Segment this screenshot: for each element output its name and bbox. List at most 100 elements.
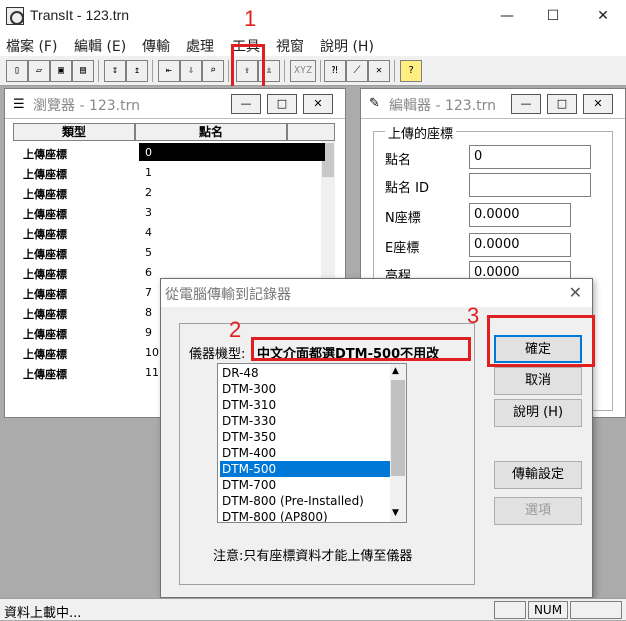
search-icon[interactable]: ⌕ — [202, 60, 224, 82]
row-name: 1 — [145, 166, 152, 179]
browser-minimize-button[interactable]: — — [231, 94, 261, 114]
menu-bar: 檔案 (F) 編輯 (E) 傳輸 處理 工具 視窗 說明 (H) — [0, 32, 626, 56]
row-type: 上傳座標 — [23, 248, 67, 261]
row-name: 4 — [145, 226, 152, 239]
annotation-box-2 — [251, 337, 471, 361]
list-item[interactable]: DTM-350 — [220, 429, 390, 445]
browser-maximize-button[interactable]: □ — [267, 94, 297, 114]
editor-field-input[interactable]: 0.0000 — [469, 233, 571, 257]
table-row[interactable]: 上傳座標 2 — [17, 183, 337, 203]
table-row[interactable]: 上傳座標 1 — [17, 163, 337, 183]
row-name: 6 — [145, 266, 152, 279]
close-button[interactable]: ✕ — [580, 0, 626, 32]
list-item[interactable]: DTM-700 — [220, 477, 390, 493]
save-icon[interactable]: ▣ — [50, 60, 72, 82]
dialog-title: 從電腦傳輸到記錄器 — [165, 287, 291, 303]
menu-process[interactable]: 處理 — [186, 36, 214, 56]
import-icon[interactable]: ↧ — [104, 60, 126, 82]
dialog-title-bar: 從電腦傳輸到記錄器 ✕ — [161, 279, 592, 307]
print-icon[interactable]: ▤ — [72, 60, 94, 82]
options-button[interactable]: 選項 — [494, 497, 582, 525]
receive-icon[interactable]: ⇤ — [158, 60, 180, 82]
transfer-dialog: 從電腦傳輸到記錄器 ✕ 儀器機型: 中文介面都選DTM-500不用改 DR-48… — [160, 278, 595, 598]
editor-field-input[interactable] — [469, 173, 591, 197]
browser-title-bar: ☰ 瀏覽器 - 123.trn — □ ✕ — [5, 89, 345, 119]
column-header-type[interactable]: 類型 — [13, 123, 135, 141]
row-name: 9 — [145, 326, 152, 339]
editor-close-button[interactable]: ✕ — [583, 94, 613, 114]
dialog-close-icon[interactable]: ✕ — [569, 283, 582, 302]
help-button[interactable]: 說明 (H) — [494, 399, 582, 427]
annotation-number-3: 3 — [467, 303, 480, 328]
browser-title: 瀏覽器 - 123.trn — [33, 98, 140, 114]
editor-minimize-button[interactable]: — — [511, 94, 541, 114]
xyz-button[interactable]: XYZ — [290, 60, 316, 82]
app-title: TransIt - 123.trn — [30, 7, 130, 23]
query-icon[interactable]: ⁈ — [324, 60, 346, 82]
list-item[interactable]: DR-48 — [220, 365, 390, 381]
menu-transfer[interactable]: 傳輸 — [142, 36, 170, 56]
menu-help[interactable]: 說明 (H) — [320, 36, 374, 56]
table-row[interactable]: 上傳座標 0 — [17, 143, 337, 163]
list-item[interactable]: DTM-300 — [220, 381, 390, 397]
cancel-button[interactable]: 取消 — [494, 367, 582, 395]
status-pane-end — [570, 601, 622, 619]
row-name: 5 — [145, 246, 152, 259]
row-type: 上傳座標 — [23, 328, 67, 341]
status-pane-blank — [494, 601, 526, 619]
scroll-up-icon[interactable]: ▲ — [392, 366, 399, 376]
minimize-button[interactable]: — — [484, 0, 530, 32]
row-type: 上傳座標 — [23, 288, 67, 301]
maximize-button[interactable]: ☐ — [530, 0, 576, 32]
row-type: 上傳座標 — [23, 148, 67, 161]
coordinates-group-label: 上傳的座標 — [385, 123, 457, 142]
table-row[interactable]: 上傳座標 5 — [17, 243, 337, 263]
dialog-note: 注意:只有座標資料才能上傳至儀器 — [213, 549, 413, 564]
editor-field-label: 點名 — [385, 153, 412, 168]
row-name: 10 — [145, 346, 159, 359]
scroll-down-icon[interactable]: ▼ — [392, 508, 399, 518]
editor-icon: ✎ — [369, 96, 380, 111]
help-icon[interactable]: ? — [400, 60, 422, 82]
list-item[interactable]: DTM-400 — [220, 445, 390, 461]
list-item[interactable]: DTM-500 — [220, 461, 390, 477]
menu-edit[interactable]: 編輯 (E) — [74, 36, 126, 56]
list-item[interactable]: DTM-800 (Pre-Installed) — [220, 493, 390, 509]
row-name: 3 — [145, 206, 152, 219]
annotation-number-1: 1 — [244, 6, 257, 31]
export-icon[interactable]: ↥ — [126, 60, 148, 82]
row-type: 上傳座標 — [23, 368, 67, 381]
instrument-label: 儀器機型: — [189, 347, 246, 362]
model-list-scrollbar[interactable]: ▲ ▼ — [390, 364, 406, 522]
row-type: 上傳座標 — [23, 348, 67, 361]
menu-file[interactable]: 檔案 (F) — [6, 36, 57, 56]
annotation-box-1 — [231, 44, 265, 90]
column-header-name[interactable]: 點名 — [135, 123, 287, 141]
download-icon[interactable]: ⇩ — [180, 60, 202, 82]
list-item[interactable]: DTM-800 (AP800) — [220, 509, 390, 522]
editor-field-label: E座標 — [385, 241, 420, 256]
row-type: 上傳座標 — [23, 168, 67, 181]
list-item[interactable]: DTM-310 — [220, 397, 390, 413]
status-text: 資料上載中... — [4, 606, 82, 621]
open-folder-icon[interactable]: ▱ — [28, 60, 50, 82]
editor-title: 編輯器 - 123.trn — [389, 98, 496, 114]
editor-field-input[interactable]: 0.0000 — [469, 203, 571, 227]
annotation-box-3 — [487, 315, 595, 367]
transfer-settings-button[interactable]: 傳輸設定 — [494, 461, 582, 489]
browser-close-button[interactable]: ✕ — [303, 94, 333, 114]
instrument-model-list[interactable]: DR-48 DTM-300 DTM-310 DTM-330 DTM-350 DTM-400… — [217, 363, 407, 523]
menu-window[interactable]: 視窗 — [276, 36, 304, 56]
table-row[interactable]: 上傳座標 4 — [17, 223, 337, 243]
editor-title-bar: ✎ 編輯器 - 123.trn — □ ✕ — [361, 89, 625, 119]
table-row[interactable]: 上傳座標 3 — [17, 203, 337, 223]
line-icon[interactable]: ⟋ — [346, 60, 368, 82]
editor-maximize-button[interactable]: □ — [547, 94, 577, 114]
row-type: 上傳座標 — [23, 208, 67, 221]
editor-field-input[interactable]: 0 — [469, 145, 591, 169]
editor-field-label: N座標 — [385, 211, 421, 226]
list-item[interactable]: DTM-330 — [220, 413, 390, 429]
row-name: 0 — [145, 146, 152, 159]
cross-icon[interactable]: ✕ — [368, 60, 390, 82]
new-file-icon[interactable]: ▯ — [6, 60, 28, 82]
